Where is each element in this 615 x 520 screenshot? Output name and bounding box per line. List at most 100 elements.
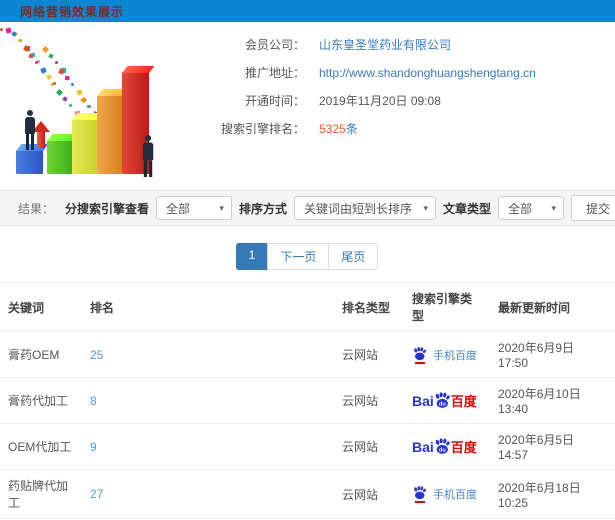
chevron-down-icon: ▾ <box>551 202 556 213</box>
confetti-dot <box>70 83 74 87</box>
confetti-dot <box>54 61 58 65</box>
mobile-baidu-label: 手机百度 <box>433 349 477 362</box>
column-header-1: 排名 <box>82 282 334 332</box>
confetti-dot <box>46 74 52 80</box>
table-header-row: 关键词 排名 排名类型 搜索引擎类型 最新更新时间 <box>0 282 615 332</box>
page-1-button[interactable]: 1 <box>235 243 269 270</box>
rank-type-cell: 云网站 <box>334 377 404 424</box>
confetti-dot <box>51 82 55 86</box>
table-row: 膏药代加工 8 云网站 Bai du 百度 2020年6月10日 13:40 <box>0 377 615 424</box>
column-header-4: 最新更新时间 <box>490 282 615 332</box>
article-type-select[interactable]: 全部 ▾ <box>497 196 564 220</box>
chevron-down-icon: ▾ <box>219 202 224 213</box>
updated-cell: 2020年6月9日 17:50 <box>490 331 615 378</box>
engine-filter-label: 分搜索引擎查看 <box>64 201 149 216</box>
businessman-figure-left <box>22 110 38 150</box>
confetti-dot <box>62 96 68 102</box>
rank-cell[interactable]: 27 <box>82 469 334 519</box>
promo-bar-green <box>47 140 72 174</box>
baidu-paw-icon: du <box>434 392 450 409</box>
article-type-value: 全部 <box>507 201 532 216</box>
rank-cell[interactable]: 8 <box>82 377 334 424</box>
column-header-2: 排名类型 <box>334 282 404 332</box>
svg-text:du: du <box>439 448 446 454</box>
opened-time-field: 开通时间： 2019年11月20日 09:08 <box>195 92 615 109</box>
keyword-cell: 膏药OEM <box>0 331 82 378</box>
table-row: 膏药OEM 25 云网站 手机百度 2020年6月9日 17:50 <box>0 331 615 378</box>
promo-url-link[interactable]: http://www.shandonghuangshengtang.cn <box>319 66 536 80</box>
filter-bar: 结果： 分搜索引擎查看 全部 ▾ 排序方式 关键词由短到长排序 ▾ 文章类型 全… <box>0 190 615 226</box>
confetti-dot <box>29 53 34 58</box>
baidu-logo: Bai du 百度 <box>412 391 477 410</box>
engine-rank-label: 搜索引擎排名： <box>220 122 305 136</box>
confetti-dot <box>41 46 49 54</box>
account-info-section: 会员公司： 山东皇圣堂药业有限公司 推广地址： http://www.shand… <box>0 22 615 190</box>
businessman-figure-right <box>140 135 157 177</box>
sort-filter-value: 关键词由短到长排序 <box>303 201 412 216</box>
sort-filter-select[interactable]: 关键词由短到长排序 ▾ <box>293 196 436 220</box>
company-label: 会员公司： <box>244 38 305 52</box>
company-link[interactable]: 山东皇圣堂药业有限公司 <box>319 36 451 53</box>
confetti-dot <box>75 89 83 97</box>
confetti-dot <box>69 104 72 107</box>
baidu-logo-bai: Bai <box>412 393 434 409</box>
chevron-down-icon: ▾ <box>423 202 428 213</box>
rank-cell[interactable]: 25 <box>82 331 334 378</box>
engine-type-cell: 手机百度 <box>404 469 490 519</box>
company-field: 会员公司： 山东皇圣堂药业有限公司 <box>195 36 615 53</box>
confetti-dot <box>17 39 21 43</box>
confetti-dot <box>22 45 30 53</box>
engine-type-cell: 手机百度 <box>404 331 490 378</box>
top-title-bar: 网络营销效果展示 <box>0 0 615 22</box>
promo-chart-illustration <box>0 27 195 188</box>
promo-url-field: 推广地址： http://www.shandonghuangshengtang.… <box>195 64 615 81</box>
confetti-dot <box>48 53 54 59</box>
baidu-paw-icon <box>412 346 427 364</box>
svg-text:du: du <box>439 402 446 408</box>
baidu-logo: Bai du 百度 <box>412 437 477 456</box>
submit-button[interactable]: 提交 <box>570 195 615 221</box>
last-page-button[interactable]: 尾页 <box>328 243 379 270</box>
mobile-baidu-label: 手机百度 <box>433 489 477 501</box>
article-type-label: 文章类型 <box>442 201 491 216</box>
engine-type-cell: Baidu 百度 <box>404 423 490 470</box>
confetti-dot <box>64 76 69 81</box>
engine-type-cell: Baidu 百度 <box>404 377 490 424</box>
promo-bar-yellow <box>72 119 97 174</box>
sort-filter-label: 排序方式 <box>238 201 287 216</box>
engine-rank-unit[interactable]: 条 <box>346 122 358 136</box>
column-header-3: 搜索引擎类型 <box>404 282 490 332</box>
engine-filter-select[interactable]: 全部 ▾ <box>155 196 232 220</box>
baidu-logo-bai: Bai <box>412 439 434 455</box>
baidu-logo-cn: 百度 <box>450 394 477 409</box>
keyword-cell: 药贴牌代加工 <box>0 469 82 519</box>
table-row: 药贴牌代加工 27 云网站 手机百度 2020年6月18日 10:25 <box>0 469 615 519</box>
column-header-0: 关键词 <box>0 282 82 332</box>
filter-controls: 分搜索引擎查看 全部 ▾ 排序方式 关键词由短到长排序 ▾ 文章类型 全部 ▾ … <box>65 195 615 221</box>
updated-cell: 2020年6月18日 10:25 <box>490 469 615 519</box>
promo-bar-orange <box>97 95 122 174</box>
opened-time-label: 开通时间： <box>244 94 305 108</box>
promo-url-label: 推广地址： <box>244 66 305 80</box>
confetti-dot <box>40 67 47 74</box>
baidu-paw-icon: du <box>434 438 450 455</box>
rank-type-cell: 云网站 <box>334 469 404 519</box>
pagination: 1 下一页 尾页 <box>0 243 615 270</box>
promo-bar-blue <box>16 150 43 174</box>
baidu-paw-icon <box>412 485 427 503</box>
engine-rank-count: 5325 <box>319 122 346 136</box>
engine-rank-field: 搜索引擎排名： 5325条 <box>195 120 615 137</box>
page-title: 网络营销效果展示 <box>20 4 125 19</box>
confetti-dot <box>0 28 3 31</box>
next-page-button[interactable]: 下一页 <box>267 243 330 270</box>
engine-filter-value: 全部 <box>165 201 190 216</box>
baidu-logo-cn: 百度 <box>450 440 477 455</box>
confetti-dot <box>86 105 90 109</box>
confetti-dot <box>35 60 39 64</box>
updated-cell: 2020年6月5日 14:57 <box>490 423 615 470</box>
opened-time-value: 2019年11月20日 09:08 <box>319 94 441 108</box>
confetti-dot <box>56 88 64 96</box>
updated-cell: 2020年6月10日 13:40 <box>490 377 615 424</box>
rank-cell[interactable]: 9 <box>82 423 334 470</box>
keyword-cell: 膏药代加工 <box>0 377 82 424</box>
